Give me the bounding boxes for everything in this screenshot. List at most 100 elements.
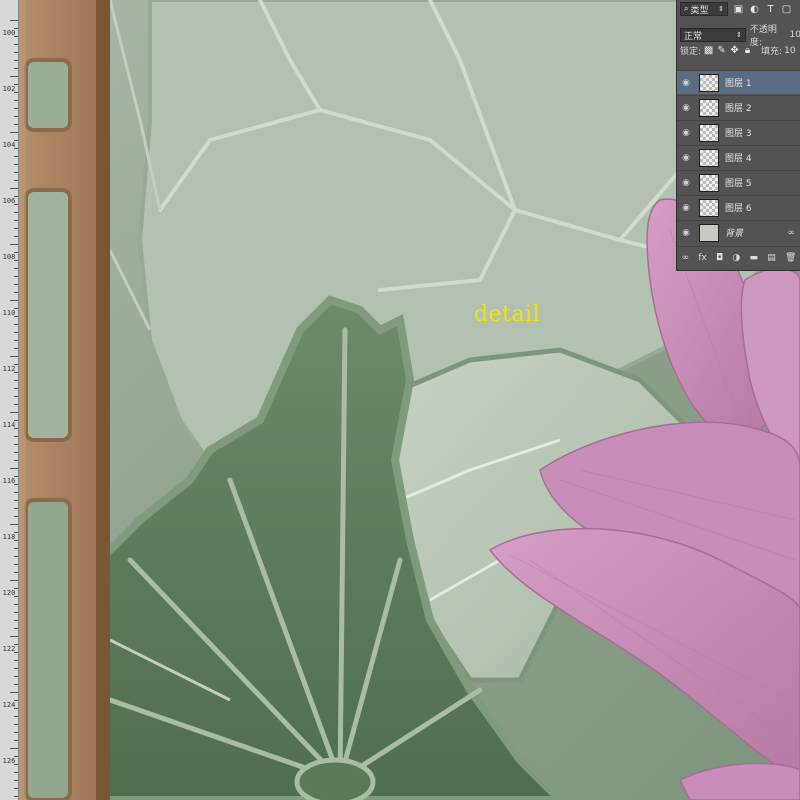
ruler-tick [10,356,18,357]
ruler-tick [14,660,18,661]
ruler-tick [14,492,18,493]
ruler-tick [14,84,18,85]
ruler-tick [14,236,18,237]
ruler-tick [14,172,18,173]
visibility-eye-icon[interactable]: ◉ [677,178,695,188]
layer-thumbnail [699,98,719,117]
ruler-tick [14,740,18,741]
ruler-tick [14,308,18,309]
layer-row[interactable]: ◉ 图层 5 [677,170,800,194]
ruler-tick [14,508,18,509]
new-group-icon[interactable]: ▬ [749,253,758,263]
ruler-tick [14,116,18,117]
ruler-tick [14,556,18,557]
adjustment-filter-icon[interactable]: ◐ [749,4,760,15]
chevron-down-icon: ⇕ [736,31,742,39]
pixel-filter-icon[interactable]: ▣ [733,4,744,15]
ruler-tick [14,764,18,765]
layer-row[interactable]: ◉ 图层 6 [677,195,800,219]
layers-panel: ⌕ 类型 ⇕ ▣ ◐ T ▢ 正常 ⇕ 不透明度: 10 锁定: ▩ ✎ ✥ 🔒… [676,0,800,271]
ruler-tick [14,52,18,53]
ruler-tick [14,28,18,29]
ruler-tick [10,636,18,637]
adjustment-layer-icon[interactable]: ◑ [732,253,740,263]
layers-panel-footer: ∞ fx ◘ ◑ ▬ ▤ 🗑︎ [677,246,800,269]
layer-row[interactable]: ◉ 背景 ∞ [677,220,800,244]
ruler-tick [14,148,18,149]
ruler-tick [10,412,18,413]
ruler-tick [14,92,18,93]
link-layers-icon[interactable]: ∞ [682,253,690,263]
visibility-eye-icon[interactable]: ◉ [677,103,695,113]
ruler-tick [14,596,18,597]
add-mask-icon[interactable]: ◘ [716,253,723,263]
ruler-tick [14,348,18,349]
lock-brush-icon[interactable]: ✎ [716,45,727,56]
visibility-eye-icon[interactable]: ◉ [677,78,695,88]
layer-row[interactable]: ◉ 图层 2 [677,95,800,119]
layer-style-icon[interactable]: fx [698,253,707,263]
layer-thumbnail [699,123,719,142]
ruler-tick [14,276,18,277]
fill-field[interactable]: 10 [784,46,795,56]
layer-row[interactable]: ◉ 图层 1 [677,70,800,94]
ruler-tick [14,252,18,253]
ruler-tick [14,180,18,181]
ruler-tick [10,300,18,301]
ruler-tick [14,428,18,429]
ruler-tick [14,68,18,69]
lock-transparency-icon[interactable]: ▩ [703,45,714,56]
ruler-tick [14,364,18,365]
layer-thumbnail [699,173,719,192]
ruler-tick [14,36,18,37]
new-layer-icon[interactable]: ▤ [767,253,776,263]
blend-mode-label: 正常 [684,31,703,42]
lock-move-icon[interactable]: ✥ [729,45,740,56]
layer-thumbnail [699,223,719,242]
kind-filter-select[interactable]: ⌕ 类型 ⇕ [680,2,728,16]
ruler-tick [14,388,18,389]
shape-filter-icon[interactable]: ▢ [781,4,792,15]
ruler-tick [14,612,18,613]
ruler-tick [10,132,18,133]
opacity-field[interactable]: 10 [790,30,800,40]
chevron-down-icon: ⇕ [718,5,724,13]
ruler-tick [14,44,18,45]
ruler-tick [14,564,18,565]
fill-label: 填充: [761,47,783,57]
ruler-tick [14,396,18,397]
ruler-tick [14,268,18,269]
ruler-tick [14,284,18,285]
ruler-tick [10,76,18,77]
ruler-tick [14,668,18,669]
ruler-tick [14,724,18,725]
ruler-tick [14,444,18,445]
ruler-tick [14,484,18,485]
layer-row[interactable]: ◉ 图层 4 [677,145,800,169]
ruler-tick [14,380,18,381]
ruler-tick [14,604,18,605]
ruler-tick [14,772,18,773]
ruler-tick [14,324,18,325]
ruler-tick [10,188,18,189]
layer-row[interactable]: ◉ 图层 3 [677,120,800,144]
leaf-center [294,757,376,800]
visibility-eye-icon[interactable]: ◉ [677,128,695,138]
lock-all-icon[interactable]: 🔒︎ [742,45,753,56]
ruler-tick [14,196,18,197]
ruler-tick [14,316,18,317]
visibility-eye-icon[interactable]: ◉ [677,203,695,213]
ruler-tick [14,548,18,549]
ruler-tick [14,540,18,541]
ruler-tick [14,676,18,677]
trash-icon[interactable]: 🗑︎ [785,253,796,263]
type-filter-icon[interactable]: T [765,4,776,15]
ruler-tick [10,524,18,525]
ruler-tick [14,140,18,141]
layer-thumbnail [699,198,719,217]
visibility-eye-icon[interactable]: ◉ [677,228,695,238]
blend-mode-select[interactable]: 正常 ⇕ [680,28,746,42]
layer-name: 图层 6 [725,204,752,214]
visibility-eye-icon[interactable]: ◉ [677,153,695,163]
kind-filter-label: 类型 [690,5,709,16]
